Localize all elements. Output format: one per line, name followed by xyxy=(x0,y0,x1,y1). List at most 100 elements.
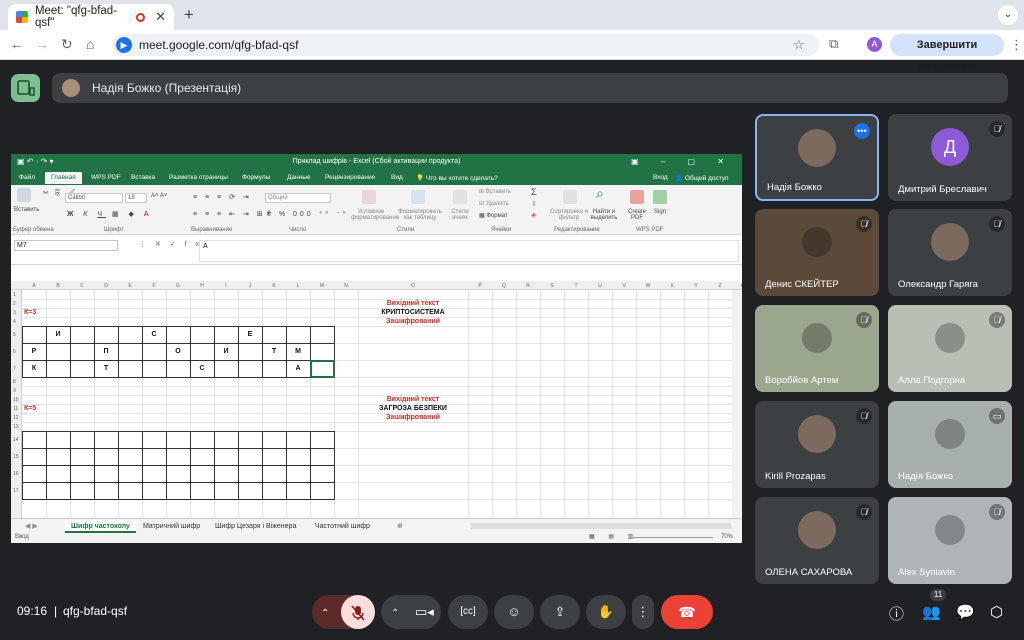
people-icon[interactable]: 👥 xyxy=(922,603,941,621)
cipher-grid-cell[interactable] xyxy=(166,448,191,466)
cipher-grid-cell[interactable] xyxy=(22,482,47,500)
raise-hand-button[interactable]: ✋ xyxy=(586,595,626,629)
menu-view[interactable]: Вид xyxy=(391,174,403,181)
back-icon[interactable]: ← xyxy=(10,36,24,52)
camera-icon[interactable]: ▭◂ xyxy=(415,604,434,619)
menu-insert[interactable]: Вставка xyxy=(131,174,155,181)
browser-tab[interactable]: Meet: "qfg-bfad-qsf" ✕ xyxy=(8,4,174,30)
column-header[interactable]: M xyxy=(310,283,334,289)
cipher-grid-cell[interactable] xyxy=(70,431,95,449)
column-header[interactable]: AA xyxy=(732,283,742,289)
cipher-grid-cell[interactable] xyxy=(142,448,167,466)
sheet-tab-frequency[interactable]: Частотний шифр xyxy=(309,520,376,533)
cipher-grid-cell[interactable] xyxy=(214,465,239,483)
row-header[interactable]: 16 xyxy=(13,471,19,477)
number-format-select[interactable]: Общий xyxy=(265,193,331,203)
cipher-grid-cell[interactable] xyxy=(310,431,335,449)
cipher-grid-cell[interactable] xyxy=(190,326,215,344)
cipher-grid-cell[interactable] xyxy=(22,431,47,449)
column-header[interactable]: Z xyxy=(708,283,732,289)
cipher-grid-cell[interactable] xyxy=(46,360,71,378)
chat-icon[interactable]: 💬 xyxy=(956,603,975,621)
cipher-grid-cell[interactable] xyxy=(46,448,71,466)
cipher-grid-cell[interactable] xyxy=(70,360,95,378)
participant-tile[interactable]: Олександр Гаряга 🎙̸ xyxy=(888,209,1012,296)
format-table-button[interactable]: Форматировать как таблицу xyxy=(397,209,443,221)
cipher-grid-cell[interactable] xyxy=(166,360,191,378)
participant-tile[interactable]: Надія Божко ▭ xyxy=(888,401,1012,488)
mic-options-icon[interactable]: ⌃ xyxy=(321,608,329,619)
column-header[interactable]: S xyxy=(540,283,564,289)
cipher-grid-cell[interactable] xyxy=(238,482,263,500)
menu-home[interactable]: Главная xyxy=(45,172,82,184)
find-select-button[interactable]: Найти и выделить xyxy=(589,209,619,221)
cipher-grid-cell[interactable] xyxy=(262,448,287,466)
cipher-grid-cell[interactable] xyxy=(166,465,191,483)
column-header[interactable]: P xyxy=(468,283,492,289)
row-header[interactable]: 7 xyxy=(13,366,16,372)
row-header[interactable]: 8 xyxy=(13,379,16,385)
cipher-grid-cell[interactable] xyxy=(94,482,119,500)
sheet-tab-fence[interactable]: Шифр частоколу xyxy=(65,520,136,533)
column-header[interactable]: B xyxy=(46,283,70,289)
sheet-nav-icon[interactable]: ◀ ▶ xyxy=(19,520,44,533)
menu-formulas[interactable]: Формулы xyxy=(242,174,270,181)
horizontal-scrollbar[interactable] xyxy=(471,523,731,529)
mic-toggle-button[interactable] xyxy=(341,595,375,629)
column-header[interactable]: Y xyxy=(684,283,708,289)
participant-tile[interactable]: Воробйов Артем 🎙̸ xyxy=(755,305,879,392)
cipher-grid-cell[interactable] xyxy=(310,326,335,344)
cipher-grid-cell[interactable] xyxy=(238,360,263,378)
extensions-icon[interactable]: ⧉ xyxy=(829,36,838,52)
clear-icon[interactable]: ◈ xyxy=(531,211,536,219)
cipher-grid-cell[interactable] xyxy=(262,431,287,449)
cipher-grid-cell[interactable] xyxy=(118,465,143,483)
cipher-grid-cell[interactable] xyxy=(190,431,215,449)
column-header[interactable]: O xyxy=(358,283,468,289)
row-header[interactable]: 10 xyxy=(13,397,19,403)
profile-avatar[interactable]: A xyxy=(867,37,882,52)
cipher-grid-cell[interactable] xyxy=(118,431,143,449)
site-info-icon[interactable]: ▶ xyxy=(116,37,132,53)
font-grow-icon[interactable]: A˄ A˅ xyxy=(151,193,167,199)
address-bar[interactable]: ▶ meet.google.com/qfg-bfad-qsf xyxy=(112,34,819,56)
menu-share[interactable]: 👤 Общий доступ xyxy=(675,174,729,182)
cipher-grid-cell[interactable] xyxy=(94,431,119,449)
cipher-grid-cell[interactable] xyxy=(142,360,167,378)
participant-tile[interactable]: Alex Syniavin 🎙̸ xyxy=(888,497,1012,584)
paste-button[interactable]: Вставить xyxy=(14,207,39,213)
cipher-grid-cell[interactable] xyxy=(310,482,335,500)
cipher-grid-cell[interactable] xyxy=(166,431,191,449)
formula-input[interactable]: А xyxy=(199,240,739,262)
emoji-button[interactable]: ☺ xyxy=(494,595,534,629)
cipher-grid-cell[interactable] xyxy=(238,343,263,361)
cipher-grid-cell[interactable] xyxy=(238,431,263,449)
autosum-icon[interactable]: Σ xyxy=(531,187,537,197)
row-header[interactable]: 2 xyxy=(13,301,16,307)
column-header[interactable]: U xyxy=(588,283,612,289)
column-header[interactable]: C xyxy=(70,283,94,289)
bookmark-star-icon[interactable]: ☆ xyxy=(793,37,805,53)
column-header[interactable]: F xyxy=(142,283,166,289)
cipher-grid-cell[interactable] xyxy=(190,343,215,361)
participant-tile[interactable]: Денис СКЕЙТЕР 🎙̸ xyxy=(755,209,879,296)
format-cells-button[interactable]: ▦ Формат xyxy=(479,212,508,219)
cipher-grid-cell[interactable] xyxy=(94,448,119,466)
cipher-grid-cell[interactable] xyxy=(262,326,287,344)
cipher-grid-cell[interactable] xyxy=(46,482,71,500)
view-icons[interactable]: ▦ ▤ ▥ xyxy=(589,533,639,540)
cipher-grid-cell[interactable] xyxy=(190,465,215,483)
row-header[interactable]: 14 xyxy=(13,437,19,443)
cell-styles-button[interactable]: Стили ячеек xyxy=(447,209,473,221)
cipher-grid-cell[interactable] xyxy=(46,431,71,449)
column-header[interactable]: L xyxy=(286,283,310,289)
row-header[interactable]: 6 xyxy=(13,349,16,355)
sign-button[interactable]: Sign xyxy=(654,209,666,215)
fill-icon[interactable]: ⇩ xyxy=(531,200,537,208)
cipher-grid-cell[interactable] xyxy=(214,448,239,466)
column-header[interactable]: K xyxy=(262,283,286,289)
cipher-grid-cell[interactable] xyxy=(310,465,335,483)
cipher-grid-cell[interactable] xyxy=(70,326,95,344)
menu-tell-me[interactable]: 💡 Что вы хотите сделать? xyxy=(416,174,498,182)
more-options-button[interactable]: ⋮ xyxy=(632,595,654,629)
